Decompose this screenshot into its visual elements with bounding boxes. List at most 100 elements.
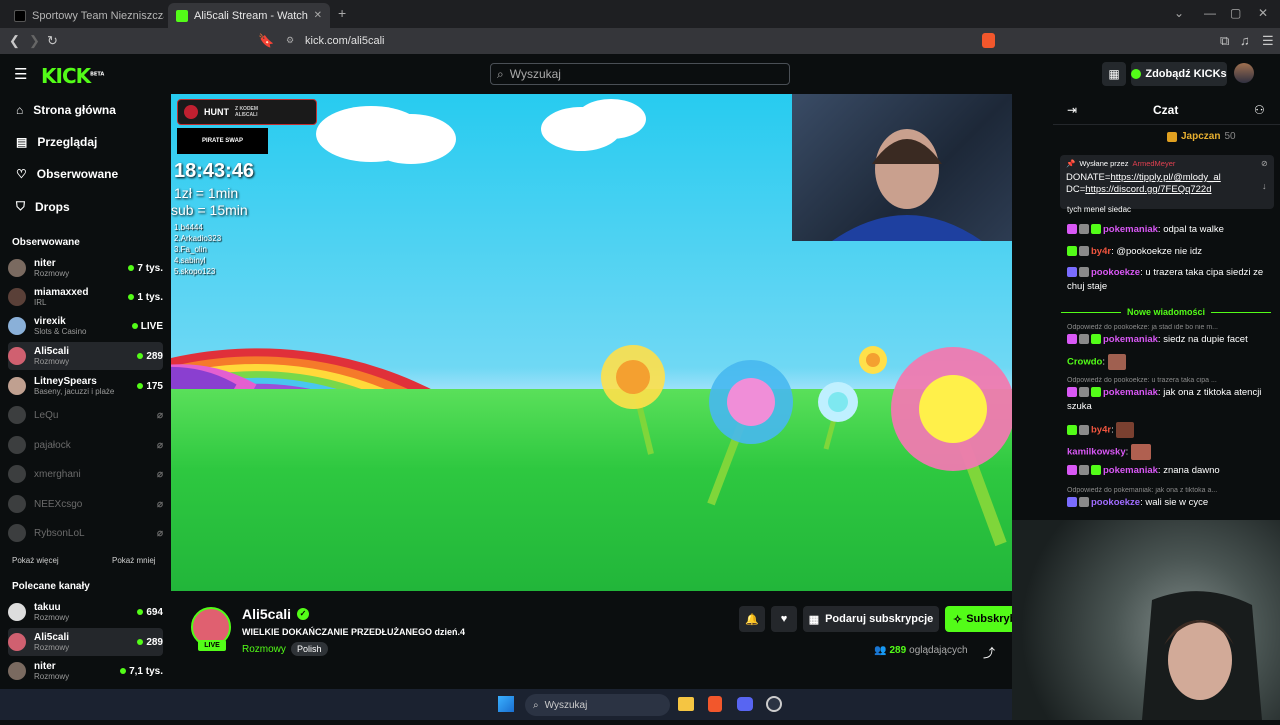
dashboard-icon[interactable]: ▦ bbox=[1102, 62, 1126, 86]
user-avatar[interactable] bbox=[1234, 63, 1254, 83]
tab-search-icon[interactable]: ⌄ bbox=[1174, 6, 1184, 20]
followed-channel-offline[interactable]: RybsonLoL ⌀ bbox=[8, 519, 163, 547]
followed-channel[interactable]: Ali5cali Rozmowy 289 bbox=[8, 342, 163, 370]
username[interactable]: pookoekze bbox=[1091, 267, 1140, 278]
live-badge: LIVE bbox=[198, 640, 226, 651]
donor-item: 2.Arkadio323 bbox=[174, 234, 222, 243]
channel-category: Rozmowy bbox=[34, 356, 70, 366]
follow-button[interactable]: ♥ bbox=[771, 606, 797, 632]
username[interactable]: by4r bbox=[1091, 425, 1111, 436]
show-more-link[interactable]: Pokaż więcej bbox=[12, 556, 59, 565]
search-input[interactable]: ⌕ Wyszukaj bbox=[490, 63, 790, 85]
chat-users-icon[interactable]: ⚇ bbox=[1254, 103, 1265, 117]
avatar bbox=[8, 603, 26, 621]
brave-shield-icon[interactable] bbox=[982, 33, 995, 48]
emote-icon bbox=[1116, 422, 1135, 438]
username[interactable]: pookoekze bbox=[1091, 497, 1140, 508]
username[interactable]: pokemaniak bbox=[1103, 387, 1158, 398]
hide-icon[interactable]: ⊘ bbox=[1261, 159, 1268, 168]
followed-channel-offline[interactable]: NEEXcsgo ⌀ bbox=[8, 490, 163, 518]
followed-channel[interactable]: miamaxxed IRL 1 tys. bbox=[8, 283, 163, 311]
menu-icon[interactable]: ☰ bbox=[1262, 33, 1274, 49]
brave-icon[interactable] bbox=[708, 696, 722, 712]
nav-browse[interactable]: ▤ Przeglądaj bbox=[16, 135, 97, 149]
recommended-channel[interactable]: Ali5cali Rozmowy 289 bbox=[8, 628, 163, 656]
subscribe-button[interactable]: ✧Subskrybuj bbox=[945, 606, 1012, 632]
followed-channel-offline[interactable]: LeQu ⌀ bbox=[8, 401, 163, 429]
chat-message: pokemaniak: siedz na dupie facet bbox=[1067, 333, 1272, 347]
close-tab-icon[interactable]: ✕ bbox=[314, 10, 322, 21]
bookmark-icon[interactable]: 🔖 bbox=[258, 33, 274, 49]
kick-logo[interactable]: KICKBETA bbox=[41, 64, 104, 88]
url-field[interactable]: ⚙ kick.com/ali5cali bbox=[276, 30, 976, 52]
windows-start-icon[interactable] bbox=[498, 696, 514, 712]
close-window-icon[interactable]: ✕ bbox=[1258, 6, 1268, 20]
avatar bbox=[8, 436, 26, 454]
taskbar-search[interactable]: ⌕ Wyszukaj bbox=[525, 694, 670, 716]
count-text: 175 bbox=[146, 380, 163, 392]
count-text: 7 tys. bbox=[137, 262, 163, 274]
count-text: 289 bbox=[146, 350, 163, 362]
followed-channel-offline[interactable]: pajałock ⌀ bbox=[8, 431, 163, 459]
followed-channel-offline[interactable]: xmerghani ⌀ bbox=[8, 460, 163, 488]
gift-subs-button[interactable]: ▦ Podaruj subskrypcje bbox=[803, 606, 939, 632]
hunt-text: HUNT bbox=[204, 107, 229, 117]
expand-icon[interactable]: ↓ bbox=[1262, 181, 1267, 191]
viewer-count: 👥 289 oglądających bbox=[874, 645, 968, 656]
share-icon[interactable]: ⤴ bbox=[983, 644, 995, 661]
nav-drops[interactable]: ⛉ Drops bbox=[16, 199, 70, 214]
donate-link[interactable]: https://tipply.pl/@mlody_al bbox=[1110, 172, 1220, 183]
minimize-icon[interactable]: — bbox=[1204, 6, 1216, 20]
recommended-channel[interactable]: takuu Rozmowy 694 bbox=[8, 598, 163, 626]
viewer-count: 694 bbox=[137, 607, 163, 618]
recommended-channel[interactable]: niter Rozmowy 7,1 tys. bbox=[8, 657, 163, 685]
channel-name: pajałock bbox=[34, 439, 71, 451]
video-player[interactable]: HUNT Z KODEM ALI5CALI PIRATE SWAP 18:43:… bbox=[171, 94, 1012, 591]
restore-icon[interactable]: ▢ bbox=[1230, 6, 1241, 20]
get-kicks-button[interactable]: Zdobądź KICKs bbox=[1131, 62, 1227, 86]
channel-category: Rozmowy bbox=[34, 612, 70, 622]
stream-category-link[interactable]: Rozmowy bbox=[242, 644, 286, 655]
followed-channel[interactable]: virexik Slots & Casino LIVE bbox=[8, 312, 163, 340]
username[interactable]: pokemaniak bbox=[1103, 465, 1158, 476]
count-text: 7,1 tys. bbox=[129, 665, 163, 677]
followed-channel[interactable]: LitneySpears Baseny, jacuzzi i plaże 175 bbox=[8, 372, 163, 400]
username[interactable]: pokemaniak bbox=[1103, 224, 1158, 235]
tab-sportowy[interactable]: Sportowy Team Niezniszczalny: Nasz bbox=[6, 3, 164, 28]
message-text: odpal ta walke bbox=[1163, 224, 1224, 235]
chat-message: kamilkowsky: bbox=[1067, 444, 1272, 460]
tiktok-icon bbox=[14, 9, 26, 22]
media-icon[interactable]: ♫ bbox=[1240, 33, 1250, 48]
obs-icon[interactable] bbox=[766, 696, 782, 712]
language-tag[interactable]: Polish bbox=[291, 642, 328, 656]
forward-icon[interactable]: ❯ bbox=[29, 33, 40, 49]
chat-message: pokemaniak: znana dawno bbox=[1067, 464, 1272, 478]
nav-home[interactable]: ⌂ Strona główna bbox=[16, 103, 116, 117]
nav-label: Przeglądaj bbox=[37, 135, 98, 149]
username[interactable]: Crowdo bbox=[1067, 357, 1102, 368]
live-dot-icon bbox=[137, 639, 144, 645]
username[interactable]: kamilkowsky bbox=[1067, 447, 1126, 458]
back-icon[interactable]: ❮ bbox=[9, 33, 20, 49]
hamburger-icon[interactable]: ☰ bbox=[14, 65, 27, 83]
kicks-coin-icon bbox=[1131, 69, 1142, 79]
username[interactable]: pokemaniak bbox=[1103, 334, 1158, 345]
count-text: 1 tys. bbox=[137, 291, 163, 303]
discord-link[interactable]: https://discord.gg/7FEQq722d bbox=[1085, 184, 1211, 195]
show-less-link[interactable]: Pokaż mniej bbox=[112, 556, 156, 565]
avatar bbox=[8, 288, 26, 306]
nav-label: Obserwowane bbox=[36, 167, 119, 181]
streamer-name[interactable]: Ali5cali bbox=[242, 606, 291, 622]
tab-kick[interactable]: Ali5cali Stream - Watch Live on K ✕ bbox=[168, 3, 330, 28]
extensions-icon[interactable]: ⧉ bbox=[1220, 33, 1229, 49]
file-explorer-icon[interactable] bbox=[678, 697, 694, 711]
new-tab-icon[interactable]: + bbox=[338, 5, 346, 21]
reload-icon[interactable]: ↻ bbox=[47, 33, 58, 49]
nav-following[interactable]: ♡ Obserwowane bbox=[16, 167, 118, 181]
followed-channel[interactable]: niter Rozmowy 7 tys. bbox=[8, 254, 163, 282]
notification-button[interactable]: 🔔 bbox=[739, 606, 765, 632]
collapse-chat-icon[interactable]: ⇥ bbox=[1067, 103, 1077, 117]
discord-icon[interactable] bbox=[737, 697, 753, 711]
browser-tab-bar: Sportowy Team Niezniszczalny: Nasz Ali5c… bbox=[0, 0, 1280, 28]
username[interactable]: by4r bbox=[1091, 246, 1111, 257]
